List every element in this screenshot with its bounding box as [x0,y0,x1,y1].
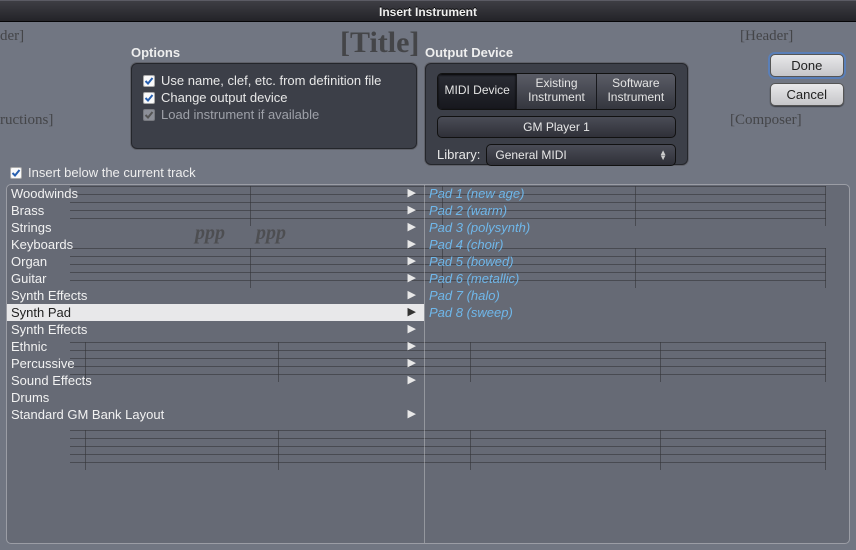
category-column[interactable]: Woodwinds ▶ Brass ▶ Strings ▶ Keyboards ▶ Organ ▶… [7,185,425,543]
option-label: Use name, clef, etc. from definition fil… [161,73,381,88]
submenu-arrow-icon: ▶ [408,271,416,286]
category-row[interactable]: Strings ▶ [7,219,424,236]
category-row[interactable]: Organ ▶ [7,253,424,270]
instrument-row[interactable]: Pad 2 (warm) [425,202,849,219]
category-label: Organ [11,254,47,269]
instrument-label: Pad 7 (halo) [429,288,500,303]
option-label: Load instrument if available [161,107,319,122]
checkbox-icon [143,92,155,104]
category-label: Sound Effects [11,373,92,388]
submenu-arrow-icon: ▶ [408,373,416,388]
category-row[interactable]: Synth Effects ▶ [7,287,424,304]
option-change-output[interactable]: Change output device [143,90,405,105]
device-type-segmented: MIDI Device Existing Instrument Software… [437,73,676,110]
cancel-button[interactable]: Cancel [770,83,844,106]
instrument-row[interactable]: Pad 8 (sweep) [425,304,849,321]
checkbox-icon [143,109,155,121]
submenu-arrow-icon: ▶ [408,322,416,337]
option-label: Change output device [161,90,287,105]
checkbox-icon [10,167,22,179]
category-label: Woodwinds [11,186,78,201]
category-row[interactable]: Standard GM Bank Layout ▶ [7,406,424,423]
category-label: Drums [11,390,49,405]
category-label: Strings [11,220,51,235]
dialog-titlebar: Insert Instrument [0,0,856,22]
submenu-arrow-icon: ▶ [408,186,416,201]
instrument-column[interactable]: Pad 1 (new age) Pad 2 (warm) Pad 3 (polysy… [425,185,849,543]
category-label: Guitar [11,271,46,286]
category-row[interactable]: Keyboards ▶ [7,236,424,253]
category-label: Percussive [11,356,75,371]
category-label: Brass [11,203,44,218]
submenu-arrow-icon: ▶ [408,288,416,303]
submenu-arrow-icon: ▶ [408,254,416,269]
instrument-label: Pad 3 (polysynth) [429,220,530,235]
instrument-label: Pad 2 (warm) [429,203,507,218]
category-row[interactable]: Ethnic ▶ [7,338,424,355]
library-label: Library: [437,147,480,162]
output-device-group: Output Device MIDI Device Existing Instr… [424,62,689,166]
submenu-arrow-icon: ▶ [408,305,416,320]
category-row[interactable]: Synth Effects ▶ [7,321,424,338]
seg-software-instrument[interactable]: Software Instrument [597,74,675,109]
midi-device-display[interactable]: GM Player 1 [437,116,676,138]
output-group-label: Output Device [425,45,513,60]
insert-below-track[interactable]: Insert below the current track [10,165,196,180]
instrument-picker: Woodwinds ▶ Brass ▶ Strings ▶ Keyboards ▶ Organ ▶… [6,184,850,544]
instrument-row[interactable]: Pad 4 (choir) [425,236,849,253]
category-row[interactable]: Woodwinds ▶ [7,185,424,202]
instrument-row[interactable]: Pad 6 (metallic) [425,270,849,287]
library-value: General MIDI [495,148,566,162]
instrument-label: Pad 8 (sweep) [429,305,513,320]
category-row[interactable]: Synth Pad ▶ [7,304,424,321]
updown-chevron-icon: ▲▼ [659,150,667,160]
instrument-row[interactable]: Pad 3 (polysynth) [425,219,849,236]
instrument-label: Pad 4 (choir) [429,237,503,252]
checkbox-icon [143,75,155,87]
category-label: Ethnic [11,339,47,354]
submenu-arrow-icon: ▶ [408,220,416,235]
category-row[interactable]: Guitar ▶ [7,270,424,287]
instrument-label: Pad 1 (new age) [429,186,524,201]
category-label: Keyboards [11,237,73,252]
instrument-label: Pad 6 (metallic) [429,271,519,286]
done-button[interactable]: Done [770,54,844,77]
option-use-definition[interactable]: Use name, clef, etc. from definition fil… [143,73,405,88]
category-row[interactable]: Sound Effects ▶ [7,372,424,389]
dialog-title: Insert Instrument [379,5,477,19]
category-label: Synth Pad [11,305,71,320]
library-dropdown[interactable]: General MIDI ▲▼ [486,144,676,166]
submenu-arrow-icon: ▶ [408,203,416,218]
category-label: Synth Effects [11,288,87,303]
instrument-row[interactable]: Pad 7 (halo) [425,287,849,304]
insert-below-label: Insert below the current track [28,165,196,180]
category-row[interactable]: Drums [7,389,424,406]
seg-existing-instrument[interactable]: Existing Instrument [517,74,596,109]
submenu-arrow-icon: ▶ [408,237,416,252]
submenu-arrow-icon: ▶ [408,407,416,422]
category-label: Synth Effects [11,322,87,337]
instrument-row[interactable]: Pad 1 (new age) [425,185,849,202]
options-group-label: Options [131,45,180,60]
instrument-row[interactable]: Pad 5 (bowed) [425,253,849,270]
option-load-instrument: Load instrument if available [143,107,405,122]
category-row[interactable]: Percussive ▶ [7,355,424,372]
category-row[interactable]: Brass ▶ [7,202,424,219]
seg-midi-device[interactable]: MIDI Device [438,74,517,109]
instrument-label: Pad 5 (bowed) [429,254,514,269]
options-group: Options Use name, clef, etc. from defini… [130,62,418,150]
submenu-arrow-icon: ▶ [408,339,416,354]
category-label: Standard GM Bank Layout [11,407,164,422]
submenu-arrow-icon: ▶ [408,356,416,371]
